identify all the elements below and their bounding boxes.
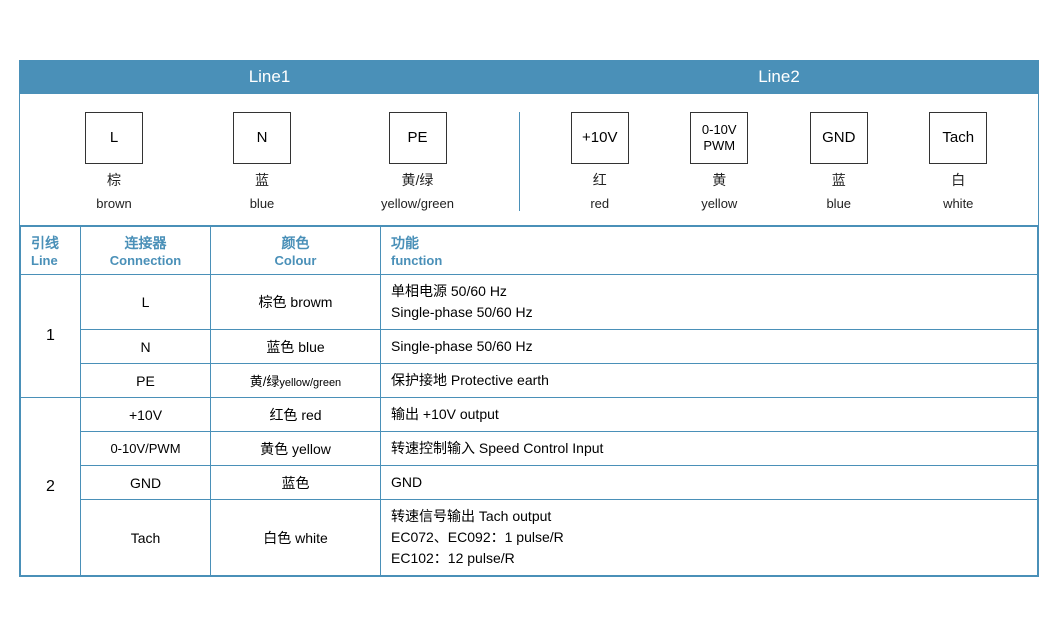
- connector-PWM: 0-10VPWM 黄 yellow: [690, 112, 748, 211]
- th-function-en: function: [391, 253, 1027, 268]
- function-N: Single-phase 50/60 Hz: [381, 330, 1038, 364]
- th-connection: 连接器 Connection: [81, 227, 211, 275]
- main-table: 引线 Line 连接器 Connection 颜色 Colour 功能 func…: [20, 226, 1038, 576]
- table-row-1-PE: PE 黄/绿yellow/green 保护接地 Protective earth: [21, 364, 1038, 398]
- header-row: Line1 Line2: [20, 61, 1038, 94]
- connector-zh-N: 蓝: [255, 170, 269, 190]
- function-PE: 保护接地 Protective earth: [381, 364, 1038, 398]
- connector-box-PE: PE: [389, 112, 447, 164]
- connector-zh-PE: 黄/绿: [402, 170, 434, 190]
- function-10V: 输出 +10V output: [381, 398, 1038, 432]
- connection-PWM: 0-10V/PWM: [81, 432, 211, 466]
- diagram-line2: +10V 红 red 0-10VPWM 黄 yellow GND 蓝 blue …: [520, 112, 1038, 211]
- colour-Tach2: 白色 white: [211, 500, 381, 576]
- connector-box-L: L: [85, 112, 143, 164]
- connector-zh-10V: 红: [593, 170, 607, 190]
- table-row-1-L: 1 L 棕色 browm 单相电源 50/60 HzSingle-phase 5…: [21, 275, 1038, 330]
- th-connection-zh: 连接器: [91, 233, 200, 253]
- connector-en-GND: blue: [826, 196, 851, 211]
- connector-zh-L: 棕: [107, 170, 121, 190]
- connection-Tach2: Tach: [81, 500, 211, 576]
- connector-zh-GND: 蓝: [832, 170, 846, 190]
- table-row-1-N: N 蓝色 blue Single-phase 50/60 Hz: [21, 330, 1038, 364]
- table-row-2-10V: 2 +10V 红色 red 输出 +10V output: [21, 398, 1038, 432]
- connection-GND2: GND: [81, 466, 211, 500]
- connector-en-Tach: white: [943, 196, 973, 211]
- function-PWM: 转速控制输入 Speed Control Input: [381, 432, 1038, 466]
- connector-L: L 棕 brown: [85, 112, 143, 211]
- connector-Tach: Tach 白 white: [929, 112, 987, 211]
- connection-N: N: [81, 330, 211, 364]
- diagram-line1: L 棕 brown N 蓝 blue PE 黄/绿 yellow/green: [20, 112, 520, 211]
- connector-en-PWM: yellow: [701, 196, 737, 211]
- connector-box-10V: +10V: [571, 112, 629, 164]
- main-container: Line1 Line2 L 棕 brown N 蓝 blue PE 黄/绿 ye…: [19, 60, 1039, 577]
- connector-zh-Tach: 白: [951, 170, 965, 190]
- connection-10V: +10V: [81, 398, 211, 432]
- colour-PWM: 黄色 yellow: [211, 432, 381, 466]
- connector-box-GND: GND: [810, 112, 868, 164]
- line-2-number: 2: [21, 398, 81, 576]
- connector-en-10V: red: [590, 196, 609, 211]
- function-Tach2: 转速信号输出 Tach output EC072、EC092：1 pulse/R…: [381, 500, 1038, 576]
- connector-PE: PE 黄/绿 yellow/green: [381, 112, 454, 211]
- colour-PE: 黄/绿yellow/green: [211, 364, 381, 398]
- connector-box-PWM: 0-10VPWM: [690, 112, 748, 164]
- connector-en-L: brown: [96, 196, 131, 211]
- connector-GND: GND 蓝 blue: [810, 112, 868, 211]
- th-connection-en: Connection: [91, 253, 200, 268]
- th-function-zh: 功能: [391, 233, 1027, 253]
- th-function: 功能 function: [381, 227, 1038, 275]
- function-GND2: GND: [381, 466, 1038, 500]
- connection-L: L: [81, 275, 211, 330]
- th-colour-zh: 颜色: [221, 233, 370, 253]
- line-1-number: 1: [21, 275, 81, 398]
- connection-PE: PE: [81, 364, 211, 398]
- header-line2: Line2: [520, 61, 1038, 93]
- connector-zh-PWM: 黄: [712, 170, 726, 190]
- table-row-2-Tach: Tach 白色 white 转速信号输出 Tach output EC072、E…: [21, 500, 1038, 576]
- colour-N: 蓝色 blue: [211, 330, 381, 364]
- connector-10V: +10V 红 red: [571, 112, 629, 211]
- connector-en-PE: yellow/green: [381, 196, 454, 211]
- header-line1: Line1: [20, 61, 520, 93]
- th-line-zh: 引线: [31, 233, 70, 253]
- colour-10V: 红色 red: [211, 398, 381, 432]
- th-colour-en: Colour: [221, 253, 370, 268]
- colour-GND2: 蓝色: [211, 466, 381, 500]
- table-row-2-GND: GND 蓝色 GND: [21, 466, 1038, 500]
- connector-box-Tach: Tach: [929, 112, 987, 164]
- connector-en-N: blue: [250, 196, 275, 211]
- diagram-row: L 棕 brown N 蓝 blue PE 黄/绿 yellow/green +…: [20, 94, 1038, 226]
- th-line-en: Line: [31, 253, 70, 268]
- table-section: 引线 Line 连接器 Connection 颜色 Colour 功能 func…: [20, 226, 1038, 576]
- th-line: 引线 Line: [21, 227, 81, 275]
- function-L: 单相电源 50/60 HzSingle-phase 50/60 Hz: [381, 275, 1038, 330]
- connector-N: N 蓝 blue: [233, 112, 291, 211]
- table-row-2-PWM: 0-10V/PWM 黄色 yellow 转速控制输入 Speed Control…: [21, 432, 1038, 466]
- colour-L: 棕色 browm: [211, 275, 381, 330]
- th-colour: 颜色 Colour: [211, 227, 381, 275]
- connector-box-N: N: [233, 112, 291, 164]
- table-header-row: 引线 Line 连接器 Connection 颜色 Colour 功能 func…: [21, 227, 1038, 275]
